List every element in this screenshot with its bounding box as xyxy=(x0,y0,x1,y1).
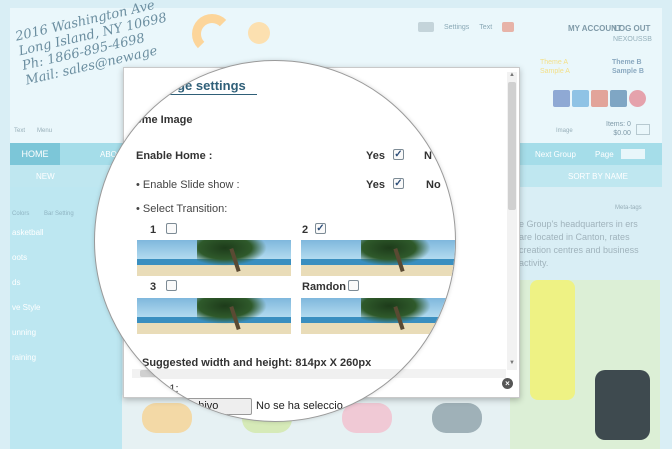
theme-a-title: Theme A xyxy=(540,59,569,66)
flag-icon[interactable] xyxy=(502,22,515,32)
colors-link[interactable]: Colors xyxy=(12,211,29,217)
google-plus-icon[interactable] xyxy=(591,90,608,107)
select-transition-text: Select Transition: xyxy=(142,203,228,215)
transition-2-checkbox[interactable]: ✓ xyxy=(315,223,326,234)
magnifier-lens: Homege settings ome Image Enable Home : … xyxy=(94,60,456,422)
image-1-label: age 1: xyxy=(148,383,179,395)
twitter-icon[interactable] xyxy=(572,90,589,107)
transition-1-checkbox[interactable] xyxy=(166,223,177,234)
sidebar-item-basketball[interactable]: asketball xyxy=(12,228,44,237)
log-out-link[interactable]: LOG OUT xyxy=(614,24,650,33)
sidebar-item-running[interactable]: unning xyxy=(12,328,36,337)
bar-setting-link[interactable]: Bar Setting xyxy=(44,211,74,217)
slideshow-yes-checkbox[interactable]: ✓ xyxy=(393,178,404,189)
social-icons xyxy=(553,90,646,107)
no-file-selected-text: No se ha seleccio xyxy=(256,400,343,412)
transition-random-checkbox[interactable] xyxy=(348,280,359,291)
transition-1-thumbnail[interactable] xyxy=(137,240,291,276)
text-edit-link[interactable]: Text xyxy=(14,128,25,134)
cart-total: $0.00 xyxy=(613,130,631,137)
sidebar-item-live-style[interactable]: ve Style xyxy=(12,303,40,312)
meta-tags-link[interactable]: Meta-tags xyxy=(615,205,642,211)
enable-home-yes-label: Yes xyxy=(366,150,385,162)
theme-b-link[interactable]: Theme B Sample B xyxy=(612,58,644,76)
transition-2-label: 2 xyxy=(302,224,309,236)
transition-1-label: 1 xyxy=(150,224,157,236)
select-transition-label: • Select Transition: xyxy=(136,203,228,215)
choose-file-button[interactable]: ear archivo xyxy=(159,398,252,415)
page-number-input[interactable] xyxy=(621,149,645,159)
settings-link[interactable]: Settings xyxy=(444,24,469,31)
modal-scroll-thumb[interactable] xyxy=(508,82,516,210)
transition-3-checkbox[interactable] xyxy=(166,280,177,291)
nav-new[interactable]: NEW xyxy=(36,172,55,181)
slideshow-label: • Enable Slide show : xyxy=(136,179,240,191)
transition-2-thumbnail[interactable] xyxy=(301,240,455,276)
hero-image-shoe xyxy=(530,280,575,400)
linkedin-icon[interactable] xyxy=(610,90,627,107)
sort-by-link[interactable]: SORT BY NAME xyxy=(568,172,628,181)
pinterest-icon[interactable] xyxy=(629,90,646,107)
text-link[interactable]: Text xyxy=(479,24,492,31)
scroll-down-arrow-icon[interactable]: ▼ xyxy=(509,360,515,366)
theme-b-title: Theme B xyxy=(612,59,642,66)
sidebar-item-kids[interactable]: ds xyxy=(12,278,20,287)
company-description: e Group's headquarters in ers are locate… xyxy=(519,219,639,268)
transition-random-label: Ramdon xyxy=(302,281,346,293)
page-label: Page xyxy=(595,150,614,159)
image-edit-link[interactable]: Image xyxy=(556,128,573,134)
theme-a-sample: Sample A xyxy=(540,68,570,75)
enable-home-no-label: N xyxy=(424,150,432,162)
facebook-icon[interactable] xyxy=(553,90,570,107)
slideshow-yes-label: Yes xyxy=(366,179,385,191)
enable-home-yes-checkbox[interactable]: ✓ xyxy=(393,149,404,160)
transition-3-label: 3 xyxy=(150,281,157,293)
sidebar-item-boots[interactable]: oots xyxy=(12,253,27,262)
settings-icon[interactable] xyxy=(418,22,434,32)
modal-title: Homege settings xyxy=(141,78,246,93)
close-icon[interactable]: × xyxy=(502,378,513,389)
hero-image-boot xyxy=(595,370,650,440)
cart-icon[interactable] xyxy=(636,124,650,135)
transition-random-thumbnail[interactable] xyxy=(301,298,455,334)
sidebar-item-training[interactable]: raining xyxy=(12,353,36,362)
theme-b-sample: Sample B xyxy=(612,68,644,75)
home-image-heading: ome Image xyxy=(135,114,193,126)
nav-home[interactable]: HOME xyxy=(10,143,60,165)
slideshow-label-text: Enable Slide show : xyxy=(142,179,240,191)
title-underline xyxy=(141,94,257,95)
brand-logo-dot xyxy=(248,22,270,44)
enable-home-label: Enable Home : xyxy=(136,150,213,162)
cart-summary[interactable]: Items: 0 $0.00 xyxy=(606,120,631,138)
top-toolbar: Settings Text xyxy=(418,22,515,32)
lens-horizontal-scrollbar[interactable] xyxy=(131,369,455,379)
username-label: NEXOUSSB xyxy=(613,36,652,43)
slideshow-no-label: No xyxy=(426,179,441,191)
transition-3-thumbnail[interactable] xyxy=(137,298,291,334)
brand-logo xyxy=(192,14,232,54)
suggested-size-note: Suggested width and height: 814px X 260p… xyxy=(142,357,372,369)
scroll-up-arrow-icon[interactable]: ▲ xyxy=(509,72,515,78)
cart-items-count: Items: 0 xyxy=(606,121,631,128)
menu-edit-link[interactable]: Menu xyxy=(37,128,52,134)
theme-a-link[interactable]: Theme A Sample A xyxy=(540,58,570,76)
edit-links: Text Menu xyxy=(14,128,52,134)
next-group-link[interactable]: Next Group xyxy=(535,150,576,159)
